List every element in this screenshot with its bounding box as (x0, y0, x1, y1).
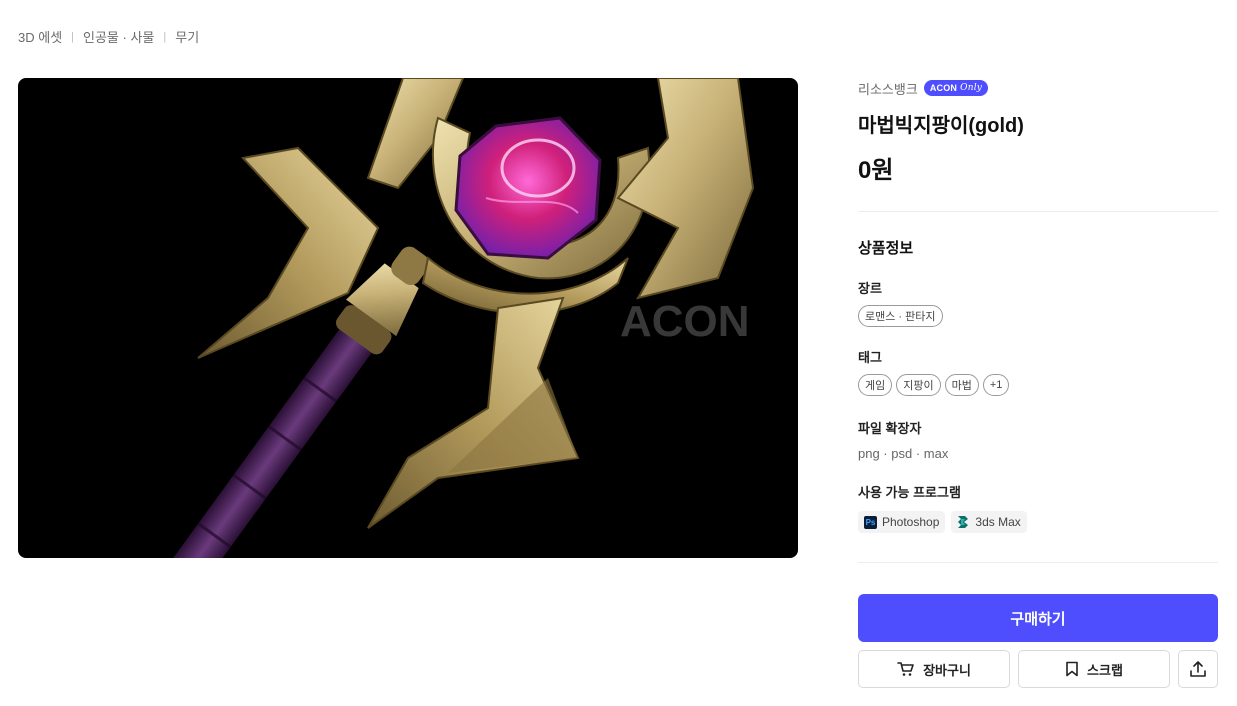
breadcrumb-weapon[interactable]: 무기 (175, 27, 199, 46)
product-price: 0원 (858, 157, 894, 184)
photoshop-icon: Ps (864, 515, 877, 529)
cart-button-label: 장바구니 (923, 662, 971, 678)
tag-chip-more[interactable]: +1 (982, 374, 1010, 396)
watermark-text: ACON (620, 297, 750, 346)
buy-button[interactable]: 구매하기 (858, 594, 1218, 642)
divider (858, 211, 1218, 212)
share-icon (1190, 661, 1206, 677)
genre-chips: 로맨스 · 판타지 (858, 305, 1218, 327)
tag-chip-game[interactable]: 게임 (858, 374, 893, 396)
cart-icon (897, 662, 914, 676)
breadcrumb-separator: | (71, 30, 75, 43)
program-name: 3ds Max (975, 515, 1021, 529)
genre-label: 장르 (858, 281, 882, 296)
3dsmax-icon (958, 516, 969, 528)
badge-suffix: Only (960, 83, 983, 93)
tag-chip-magic[interactable]: 마법 (944, 374, 979, 396)
share-button[interactable] (1178, 650, 1218, 688)
seller-row: 리소스뱅크 ACON Only (858, 78, 1218, 98)
badge-brand: ACON (929, 83, 958, 93)
breadcrumb-separator: | (163, 30, 167, 43)
product-image[interactable]: ACON (18, 78, 798, 558)
program-list: Ps Photoshop 3ds Max (858, 511, 1218, 533)
acon-only-badge: ACON Only (923, 80, 989, 96)
product-title: 마법빅지팡이(gold) (858, 115, 1024, 137)
staff-illustration: ACON (151, 78, 755, 558)
scrap-button[interactable]: 스크랩 (1018, 650, 1170, 688)
section-title-product-info: 상품정보 (858, 240, 914, 257)
seller-name[interactable]: 리소스뱅크 (858, 79, 918, 98)
bookmark-icon (1066, 661, 1078, 677)
product-info-panel: 리소스뱅크 ACON Only 마법빅지팡이(gold) 0원 상품정보 장르 … (858, 78, 1218, 688)
divider (858, 562, 1218, 563)
tag-chip-staff[interactable]: 지팡이 (896, 374, 941, 396)
file-extensions: png · psd · max (858, 446, 949, 461)
tag-chips: 게임 지팡이 마법 +1 (858, 374, 1218, 396)
breadcrumb-artifact[interactable]: 인공물 · 사물 (83, 27, 154, 46)
tags-label: 태그 (858, 350, 882, 365)
scrap-button-label: 스크랩 (1087, 662, 1123, 678)
genre-chip[interactable]: 로맨스 · 판타지 (858, 305, 943, 327)
program-3dsmax: 3ds Max (951, 511, 1027, 533)
program-photoshop: Ps Photoshop (858, 511, 946, 533)
add-to-cart-button[interactable]: 장바구니 (858, 650, 1010, 688)
program-name: Photoshop (882, 515, 940, 529)
file-extension-label: 파일 확장자 (858, 421, 922, 436)
breadcrumb: 3D 에셋 | 인공물 · 사물 | 무기 (18, 27, 199, 46)
breadcrumb-3d-asset[interactable]: 3D 에셋 (18, 27, 62, 46)
secondary-actions: 장바구니 스크랩 (858, 650, 1218, 688)
programs-label: 사용 가능 프로그램 (858, 485, 961, 500)
